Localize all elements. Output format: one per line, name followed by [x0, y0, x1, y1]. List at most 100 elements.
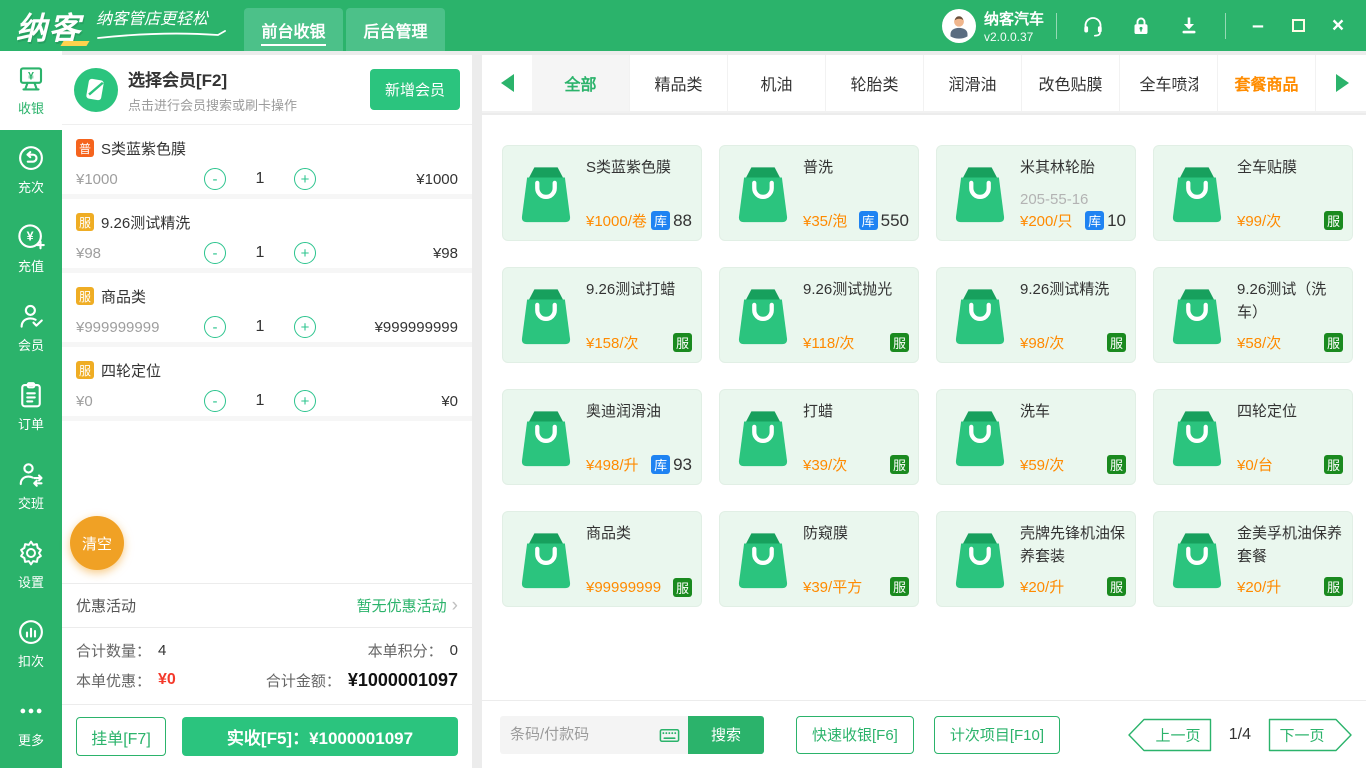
settings-icon [16, 538, 46, 568]
product-card[interactable]: 洗车 ¥59/次 服 [936, 389, 1136, 485]
increase-qty-button[interactable]: + [294, 316, 316, 338]
stock-count: 550 [880, 210, 909, 230]
item-total: ¥1000 [416, 170, 458, 188]
stock-count: 10 [1107, 210, 1126, 230]
shopping-bag-icon [955, 288, 1005, 344]
category-tab-all[interactable]: 全部 [532, 55, 630, 111]
decrease-qty-button[interactable]: - [204, 390, 226, 412]
header-tab-admin[interactable]: 后台管理 [346, 8, 445, 51]
category-tab-boutique[interactable]: 精品类 [630, 55, 728, 111]
service-badge: 服 [1324, 211, 1343, 230]
download-icon[interactable] [1177, 14, 1201, 38]
stock-badge: 库 [1085, 211, 1105, 230]
increase-qty-button[interactable]: + [294, 242, 316, 264]
prev-page-button[interactable]: 上一页 [1126, 716, 1214, 754]
lock-icon[interactable] [1129, 14, 1153, 38]
product-name: 奥迪润滑油 [586, 403, 662, 420]
points-value: 0 [449, 641, 458, 659]
product-card[interactable]: 9.26测试抛光 ¥118/次 服 [719, 267, 919, 363]
member-select[interactable]: 选择会员[F2] 点击进行会员搜索或刷卡操作 新增会员 [62, 55, 472, 125]
product-card[interactable]: S类蓝紫色膜 ¥1000/卷 库 88 [502, 145, 702, 241]
item-unit-price: ¥0 [76, 392, 93, 410]
item-name: 四轮定位 [101, 362, 162, 380]
sidebar-item-deduct[interactable]: 扣次 [0, 604, 62, 683]
category-tab-packages[interactable]: 套餐商品 [1218, 55, 1316, 111]
product-card[interactable]: 防窥膜 ¥39/平方 服 [719, 511, 919, 607]
category-tab-engine-oil[interactable]: 机油 [728, 55, 826, 111]
shopping-bag-icon [521, 532, 571, 588]
category-tab-full-spray[interactable]: 全车喷漆 [1120, 55, 1218, 111]
search-button[interactable]: 搜索 [688, 715, 764, 754]
sidebar-item-more[interactable]: 更多 [0, 683, 62, 762]
product-spec: 205-55-16 [1020, 191, 1089, 208]
product-price: ¥20/升 [1237, 579, 1282, 596]
category-tab-lubricant[interactable]: 润滑油 [924, 55, 1022, 111]
sidebar-item-label: 扣次 [17, 654, 44, 669]
header-tab-cashier[interactable]: 前台收银 [244, 8, 343, 51]
product-price: ¥59/次 [1020, 457, 1065, 474]
increase-qty-button[interactable]: + [294, 168, 316, 190]
add-member-button[interactable]: 新增会员 [369, 69, 460, 110]
count-items-button[interactable]: 计次项目[F10] [933, 715, 1061, 754]
decrease-qty-button[interactable]: - [204, 168, 226, 190]
cart-summary-section: 优惠活动 暂无优惠活动 › 合计数量： 4 本单积分： 0 本单优惠： ¥0 合… [62, 583, 472, 768]
product-name: 米其林轮胎 [1020, 159, 1096, 176]
next-page-button[interactable]: 下一页 [1266, 716, 1354, 754]
category-scroll-left-button[interactable] [482, 55, 532, 111]
sidebar-item-label: 充值 [17, 259, 44, 274]
keyboard-icon[interactable] [658, 724, 681, 747]
customer-service-icon[interactable] [1081, 14, 1105, 38]
quick-cashier-button[interactable]: 快速收银[F6] [796, 715, 914, 754]
product-card[interactable]: 全车贴膜 ¥99/次 服 [1153, 145, 1353, 241]
maximize-icon [1291, 19, 1305, 32]
product-card[interactable]: 金美孚机油保养套餐 ¥20/升 服 [1153, 511, 1353, 607]
decrease-qty-button[interactable]: - [204, 316, 226, 338]
product-name: 四轮定位 [1237, 403, 1298, 420]
product-card[interactable]: 9.26测试（洗车） ¥58/次 服 [1153, 267, 1353, 363]
product-card[interactable]: 四轮定位 ¥0/台 服 [1153, 389, 1353, 485]
shopping-bag-icon [955, 532, 1005, 588]
promo-value[interactable]: 暂无优惠活动 › [357, 595, 458, 616]
sidebar-item-recharge[interactable]: ¥ 充值 [0, 209, 62, 288]
product-card[interactable]: 打蜡 ¥39/次 服 [719, 389, 919, 485]
product-card[interactable]: 商品类 ¥99999999 服 [502, 511, 702, 607]
item-unit-price: ¥999999999 [76, 318, 160, 336]
product-name: 壳牌先锋机油保养套装 [1020, 525, 1126, 565]
service-badge: 服 [1107, 333, 1126, 352]
sidebar-item-settings[interactable]: 设置 [0, 525, 62, 604]
decrease-qty-button[interactable]: - [204, 242, 226, 264]
checkout-button[interactable]: 实收[F5]：¥1000001097 [182, 717, 458, 756]
svg-text:下一页: 下一页 [1279, 727, 1324, 744]
minimize-button[interactable]: – [1243, 11, 1273, 41]
sidebar-item-orders[interactable]: 订单 [0, 367, 62, 446]
svg-text:上一页: 上一页 [1155, 727, 1200, 744]
category-scroll-right-button[interactable] [1318, 55, 1366, 111]
category-tab-color-film[interactable]: 改色贴膜 [1022, 55, 1120, 111]
product-name: 9.26测试抛光 [803, 281, 893, 298]
chevron-right-icon: › [451, 595, 458, 616]
product-card[interactable]: 奥迪润滑油 ¥498/升 库 93 [502, 389, 702, 485]
app-header: 纳客 纳客管店更轻松 前台收银 后台管理 纳客汽车 v2.0.0.37 – × [0, 0, 1366, 51]
clear-cart-button[interactable]: 清空 [70, 516, 124, 570]
product-card[interactable]: 普洗 ¥35/泡 库 550 [719, 145, 919, 241]
close-button[interactable]: × [1323, 11, 1353, 41]
divider [1056, 12, 1057, 39]
sidebar-item-recharge-times[interactable]: 充次 [0, 130, 62, 209]
product-card[interactable]: 壳牌先锋机油保养套装 ¥20/升 服 [936, 511, 1136, 607]
product-card[interactable]: 9.26测试打蜡 ¥158/次 服 [502, 267, 702, 363]
total-qty-label: 合计数量： [76, 642, 152, 660]
product-name: 打蜡 [803, 403, 834, 420]
sidebar-item-member[interactable]: 会员 [0, 288, 62, 367]
hold-order-button[interactable]: 挂单[F7] [76, 717, 166, 756]
avatar[interactable] [941, 8, 976, 43]
sidebar-item-shift[interactable]: 交班 [0, 446, 62, 525]
total-qty-value: 4 [158, 641, 167, 659]
maximize-button[interactable] [1283, 11, 1313, 41]
product-card[interactable]: 米其林轮胎 205-55-16 ¥200/只 库 10 [936, 145, 1136, 241]
increase-qty-button[interactable]: + [294, 390, 316, 412]
item-qty: 1 [255, 392, 265, 409]
product-name: 洗车 [1020, 403, 1051, 420]
sidebar-item-cashier[interactable]: ¥ 收银 [0, 51, 62, 130]
product-card[interactable]: 9.26测试精洗 ¥98/次 服 [936, 267, 1136, 363]
category-tab-tires[interactable]: 轮胎类 [826, 55, 924, 111]
